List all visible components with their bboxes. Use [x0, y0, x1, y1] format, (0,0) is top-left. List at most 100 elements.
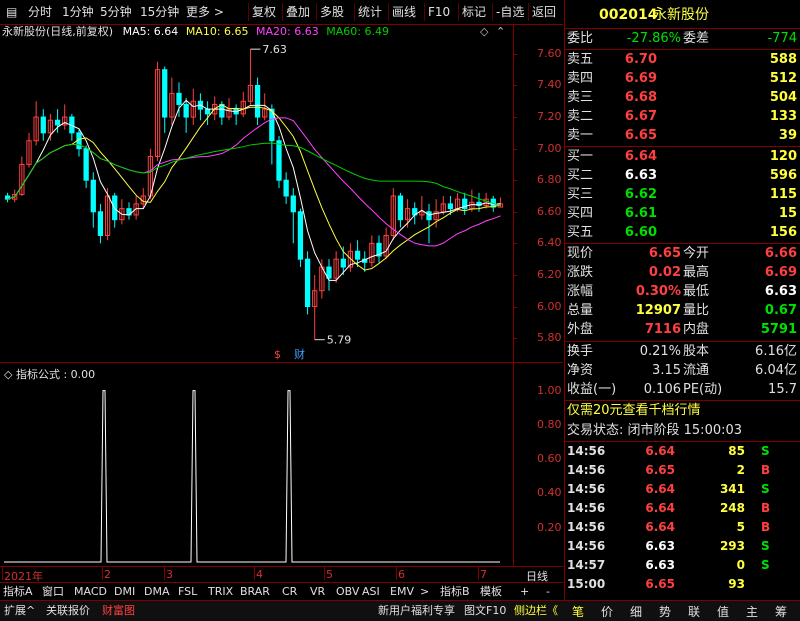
stat-label: 最低: [683, 284, 710, 299]
tick-row[interactable]: 14:57 6.63 0 S: [565, 556, 800, 574]
date-tick: 7: [480, 568, 487, 581]
toolbar-button-4[interactable]: 画线: [392, 4, 416, 20]
bid-row[interactable]: 买四 6.61 15: [565, 204, 800, 224]
stat-value: 3.15: [652, 363, 681, 378]
ask-row[interactable]: 卖三 6.68 504: [565, 88, 800, 108]
indicator-tab-10[interactable]: OBV: [336, 584, 359, 599]
tick-row[interactable]: 14:56 6.64 248 B: [565, 499, 800, 517]
menu-icon[interactable]: ▤: [6, 4, 17, 20]
indicator-tab-16[interactable]: +: [520, 584, 529, 599]
stat-value: 5791: [760, 322, 797, 337]
toolbar-button-3[interactable]: 统计: [358, 4, 382, 20]
indicator-tab-17[interactable]: -: [546, 584, 550, 599]
promo-banner[interactable]: 仅需20元查看千档行情: [565, 401, 800, 421]
ask-price: 6.65: [624, 128, 657, 143]
tick-row[interactable]: 14:56 6.64 341 S: [565, 480, 800, 498]
bottom-mid-tab-2[interactable]: 侧边栏《: [514, 603, 558, 619]
right-tab-0[interactable]: 笔: [572, 603, 584, 620]
indicator-tab-0[interactable]: 指标A: [3, 584, 33, 599]
right-tab-4[interactable]: 联: [688, 603, 700, 620]
right-tab-1[interactable]: 价: [601, 603, 613, 620]
bottom-mid-tab-1[interactable]: 图文F10: [464, 603, 506, 619]
tick-row[interactable]: 14:56 6.63 293 S: [565, 537, 800, 555]
right-tab-3[interactable]: 势: [659, 603, 671, 620]
candlestick-chart[interactable]: 7.63 5.79 $ 财: [0, 40, 513, 362]
period-tab-1[interactable]: 1分钟: [62, 4, 94, 20]
period-tab-2[interactable]: 5分钟: [100, 4, 132, 20]
indicator-tab-8[interactable]: CR: [282, 584, 297, 599]
indicator-tab-4[interactable]: DMA: [144, 584, 170, 599]
bottom-left-tab-0[interactable]: 扩展^: [4, 603, 35, 619]
ask-volume: 39: [778, 128, 797, 143]
bid-row[interactable]: 买二 6.63 596: [565, 166, 800, 186]
tick-row[interactable]: 14:56 6.65 2 B: [565, 461, 800, 479]
tick-row[interactable]: 14:56 6.64 85 S: [565, 442, 800, 460]
indicator-tab-12[interactable]: EMV: [390, 584, 414, 599]
indicator-tab-7[interactable]: BRAR: [240, 584, 270, 599]
indicator-tab-13[interactable]: >: [420, 584, 429, 599]
bid-row[interactable]: 买三 6.62 115: [565, 185, 800, 205]
indicator-tabs: 指标A 窗口 MACD DMI DMA FSL TRIX BRAR CR VR OBV ASI EMV >…: [0, 582, 563, 600]
signal-line: [4, 390, 500, 563]
ask-label: 卖五: [567, 52, 594, 67]
bottom-left-tab-2[interactable]: 财富图: [102, 603, 135, 619]
bid-volume: 115: [769, 187, 797, 202]
indicator-tab-11[interactable]: ASI: [362, 584, 380, 599]
bid-label: 买一: [567, 149, 594, 164]
low-marker: 5.79: [327, 334, 352, 347]
indicator-tab-9[interactable]: VR: [310, 584, 325, 599]
bid-row[interactable]: 买五 6.60 156: [565, 223, 800, 243]
ask-row[interactable]: 卖五 6.70 588: [565, 50, 800, 70]
chart-settings-icon[interactable]: ◇: [480, 25, 488, 38]
indicator-tab-14[interactable]: 指标B: [440, 584, 470, 599]
ask-row[interactable]: 卖二 6.67 133: [565, 107, 800, 127]
indicator-tab-3[interactable]: DMI: [114, 584, 135, 599]
price-tick: 7.40: [537, 78, 562, 92]
tick-volume: 293: [719, 539, 745, 553]
weibi-value: -27.86%: [626, 31, 681, 46]
toolbar-button-0[interactable]: 复权: [252, 4, 276, 20]
period-tab-4[interactable]: 更多 >: [186, 4, 224, 20]
ask-row[interactable]: 卖一 6.65 39: [565, 126, 800, 146]
tick-row[interactable]: 15:00 6.65 93: [565, 575, 800, 593]
candle-body: [40, 116, 46, 134]
indicator-tab-2[interactable]: MACD: [74, 584, 107, 599]
chart-divider: [0, 362, 563, 363]
bottom-left-tab-1[interactable]: 关联报价: [46, 603, 90, 619]
period-tab-0[interactable]: 分时: [28, 4, 52, 20]
candle-body: [97, 211, 104, 236]
toolbar-button-5[interactable]: F10: [428, 4, 450, 20]
right-tab-7[interactable]: 筹: [775, 603, 787, 620]
toolbar-button-2[interactable]: 多股: [320, 4, 344, 20]
chart-collapse-icon[interactable]: ⌃: [496, 25, 505, 38]
finance-event-mark[interactable]: 财: [294, 347, 305, 361]
bid-row[interactable]: 买一 6.64 120: [565, 147, 800, 167]
tick-volume: 5: [736, 520, 745, 534]
toolbar-button-6[interactable]: 标记: [462, 4, 486, 20]
stat-value: 0.02: [648, 265, 681, 280]
indicator-chart[interactable]: [0, 380, 513, 566]
right-tab-5[interactable]: 值: [717, 603, 729, 620]
dividend-event-mark[interactable]: $: [274, 348, 281, 361]
bottom-mid-tab-0[interactable]: 新用户福利专享: [378, 603, 455, 619]
tick-time: 14:56: [567, 444, 606, 458]
chart-right-border: [513, 24, 514, 566]
right-tab-2[interactable]: 细: [630, 603, 642, 620]
indicator-tab-1[interactable]: 窗口: [42, 584, 64, 599]
toolbar-button-1[interactable]: 叠加: [286, 4, 310, 20]
price-tick: 6.20: [537, 267, 562, 281]
tick-row[interactable]: 14:56 6.64 5 B: [565, 518, 800, 536]
stat-row: 总量 12907 量比 0.67: [565, 301, 800, 321]
toolbar-button-7[interactable]: -自选: [496, 4, 524, 20]
right-tab-6[interactable]: 主: [746, 603, 758, 620]
date-tick: 4: [256, 568, 263, 581]
toolbar-button-8[interactable]: 返回: [532, 4, 556, 20]
period-tab-3[interactable]: 15分钟: [140, 4, 179, 20]
indicator-tab-5[interactable]: FSL: [178, 584, 197, 599]
indicator-tab-15[interactable]: 模板: [480, 584, 502, 599]
promo-text[interactable]: 仅需20元查看千档行情: [567, 401, 701, 421]
bid-label: 买二: [567, 168, 594, 183]
ask-row[interactable]: 卖四 6.69 512: [565, 69, 800, 89]
candle-body: [176, 92, 182, 105]
indicator-tab-6[interactable]: TRIX: [208, 584, 233, 599]
